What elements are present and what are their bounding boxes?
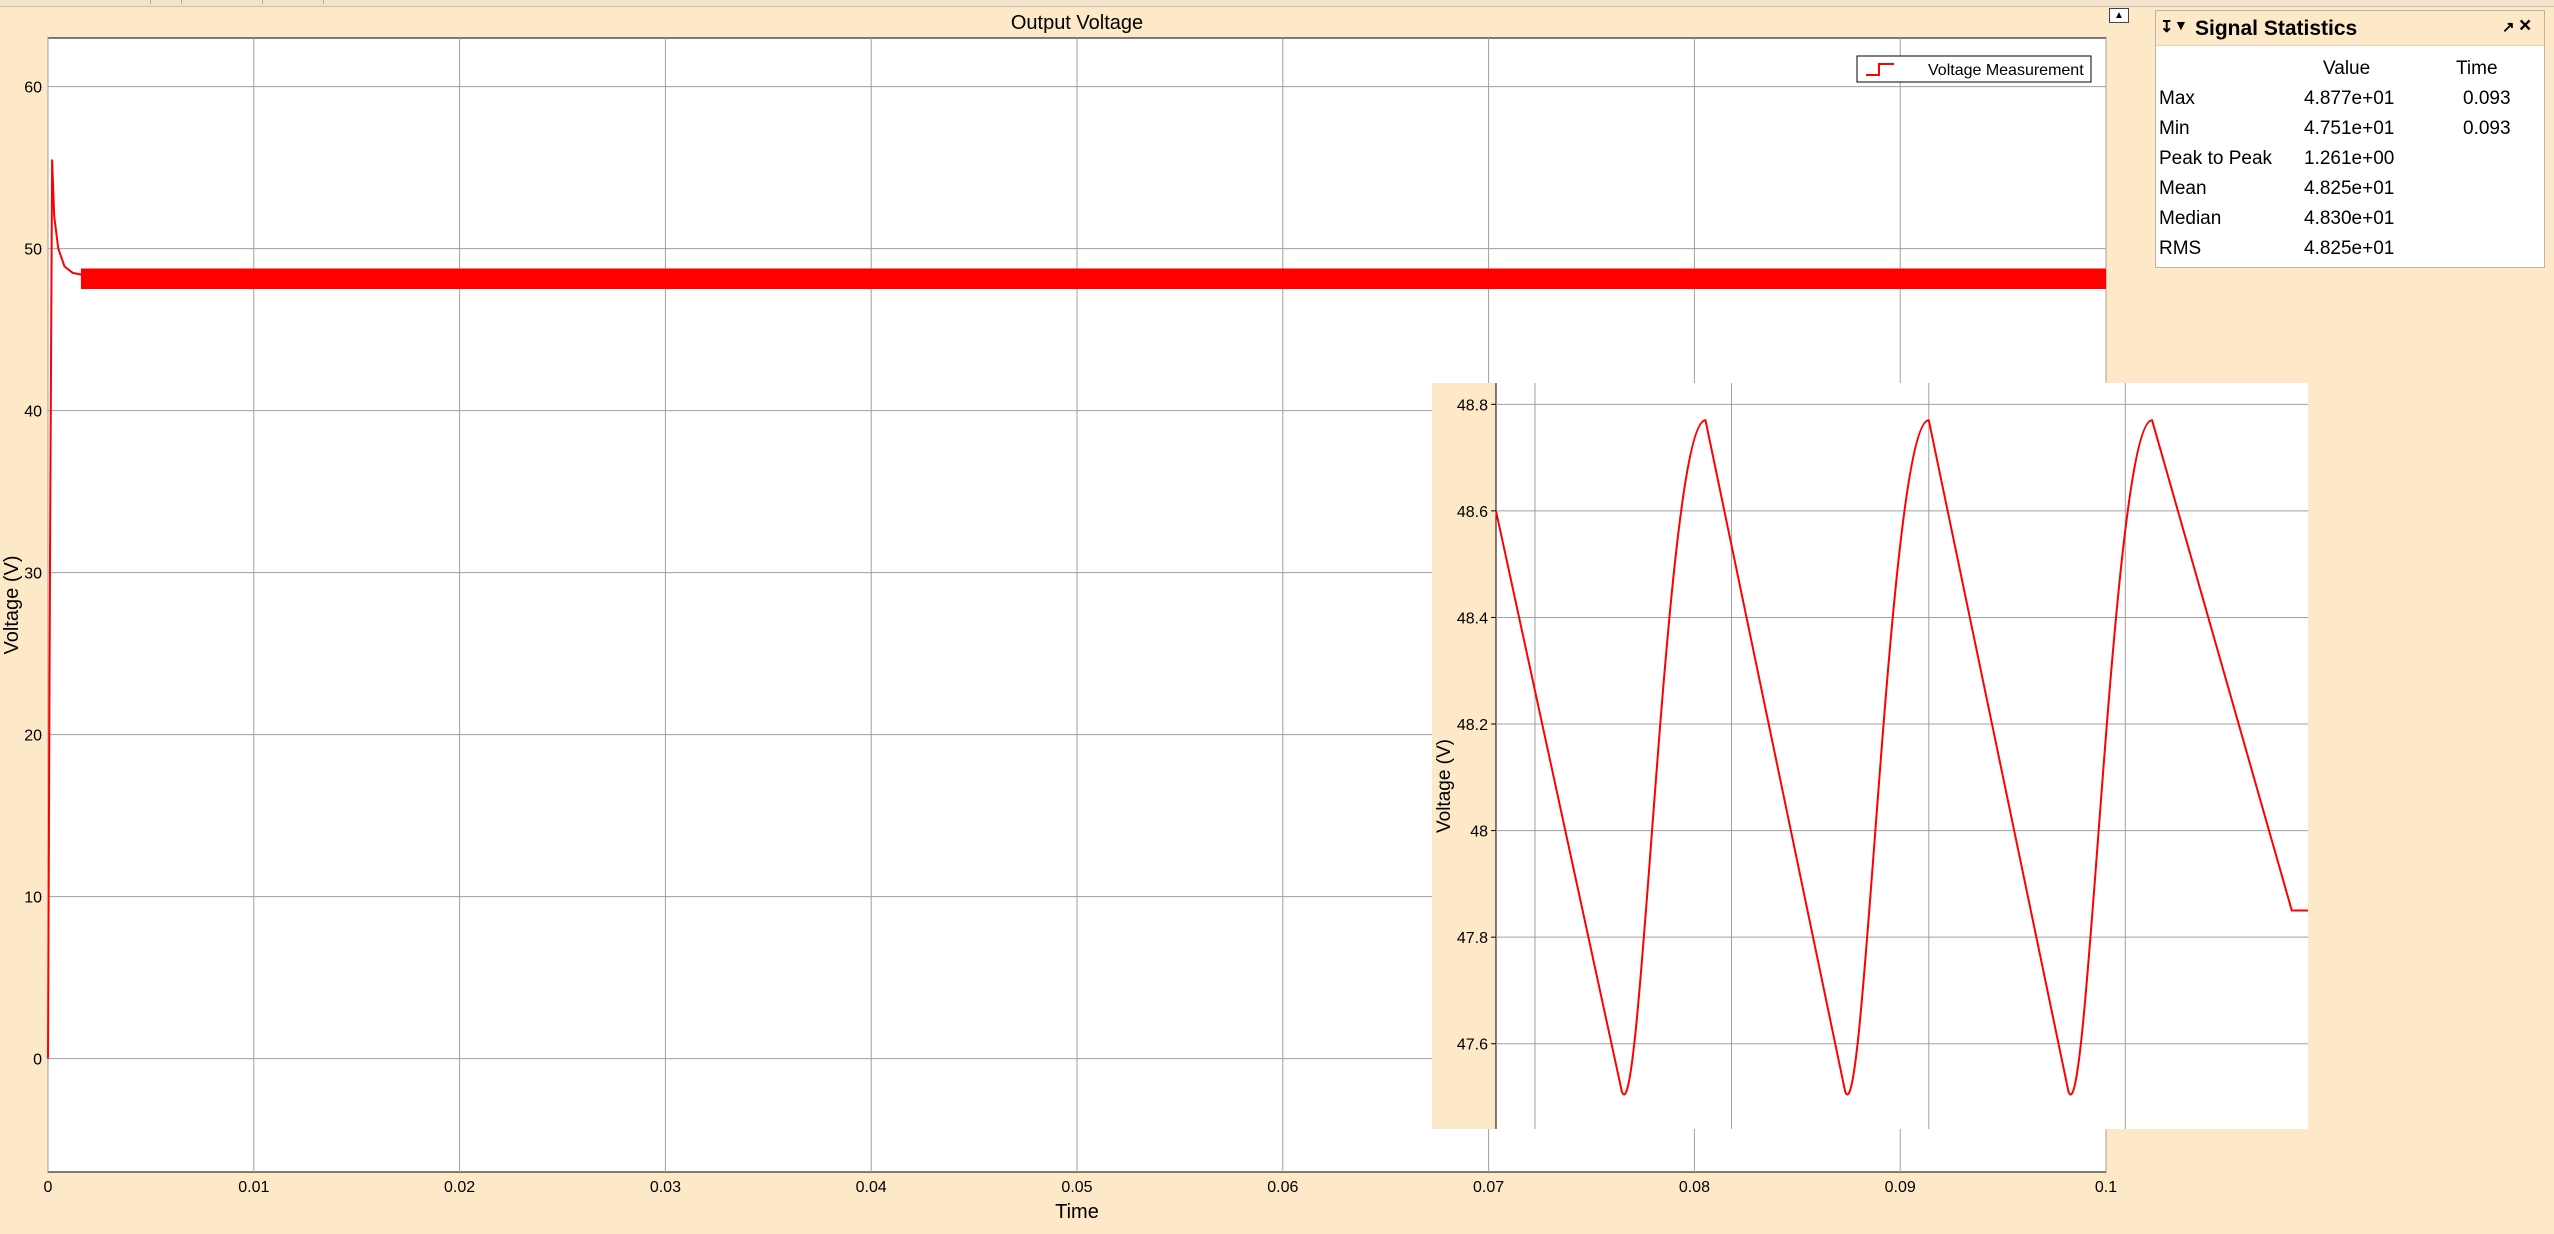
y-tick-label: 0 <box>33 1052 42 1069</box>
x-tick-label: 0.08 <box>1679 1179 1710 1196</box>
main-ripple-band <box>80 268 2107 289</box>
inset-y-tick-label: 48.8 <box>1457 397 1488 414</box>
x-tick-label: 0.03 <box>650 1179 681 1196</box>
stats-row-label: Peak to Peak <box>2159 148 2273 169</box>
x-tick-label: 0.07 <box>1473 1179 1504 1196</box>
stats-row-value: 1.261e+00 <box>2304 148 2395 169</box>
stats-row-time: 0.093 <box>2463 118 2511 139</box>
undock-icon[interactable]: ↗ <box>2502 18 2515 36</box>
stats-row-value: 4.877e+01 <box>2304 88 2395 109</box>
stats-header-value: Value <box>2323 58 2371 79</box>
pin-icon[interactable]: ↧ <box>2160 17 2173 37</box>
stats-row-value: 4.751e+01 <box>2304 118 2395 139</box>
inset-y-tick-label: 48 <box>1470 824 1488 841</box>
y-tick-label: 40 <box>24 404 42 421</box>
x-tick-label: 0.04 <box>856 1179 887 1196</box>
x-tick-label: 0.09 <box>1885 1179 1916 1196</box>
x-tick-label: 0 <box>44 1179 53 1196</box>
stats-row-peak-to-peak: Peak to Peak 1.261e+00 <box>2156 148 2544 176</box>
dock-figure-icon[interactable]: ▲ <box>2109 8 2129 23</box>
inset-y-tick-label: 48.4 <box>1457 610 1488 627</box>
stats-row-label: Median <box>2159 208 2222 229</box>
inset-y-tick-label: 47.6 <box>1457 1037 1488 1054</box>
inset-y-tick-label: 48.6 <box>1457 504 1488 521</box>
stats-row-label: Min <box>2159 118 2190 139</box>
x-tick-label: 0.1 <box>2095 1179 2117 1196</box>
stats-row-min: Min 4.751e+01 0.093 <box>2156 118 2544 146</box>
legend[interactable]: Voltage Measurement <box>1856 55 2092 83</box>
inset-plot-area[interactable] <box>1496 383 2308 1129</box>
y-tick-label: 10 <box>24 890 42 907</box>
stats-row-value: 4.825e+01 <box>2304 178 2395 199</box>
x-tick-label: 0.05 <box>1061 1179 1092 1196</box>
inset-y-tick-label: 47.8 <box>1457 930 1488 947</box>
y-tick-label: 30 <box>24 566 42 583</box>
x-tick-label: 0.02 <box>444 1179 475 1196</box>
main-plot-title: Output Voltage <box>1010 12 1144 34</box>
y-tick-label: 50 <box>24 242 42 259</box>
legend-entry: Voltage Measurement <box>1928 62 2084 79</box>
main-x-axis-label: Time <box>1055 1201 1099 1223</box>
inset-y-tick-label: 48.2 <box>1457 717 1488 734</box>
stats-row-median: Median 4.830e+01 <box>2156 208 2544 236</box>
stats-row-value: 4.830e+01 <box>2304 208 2395 229</box>
stats-row-max: Max 4.877e+01 0.093 <box>2156 88 2544 116</box>
inset-zoom-plot: 47.6 47.8 48 48.2 48.4 48.6 48.8 Voltage (V) <box>1432 383 2308 1129</box>
collapse-icon[interactable]: ▼ <box>2174 17 2188 33</box>
main-y-axis-label: Voltage (V) <box>1 556 23 655</box>
stats-header-time: Time <box>2456 58 2498 79</box>
stats-row-mean: Mean 4.825e+01 <box>2156 178 2544 206</box>
stats-row-label: RMS <box>2159 238 2202 259</box>
y-tick-label: 60 <box>24 80 42 97</box>
stats-header: ↧ ▼ Signal Statistics ↗ × <box>2156 11 2544 46</box>
stats-title: Signal Statistics <box>2195 17 2358 40</box>
stats-row-label: Mean <box>2159 178 2207 199</box>
stats-row-rms: RMS 4.825e+01 <box>2156 238 2544 266</box>
stats-row-value: 4.825e+01 <box>2304 238 2395 259</box>
inset-y-axis-label: Voltage (V) <box>1434 739 1455 833</box>
x-tick-label: 0.01 <box>238 1179 269 1196</box>
signal-statistics-panel: ↧ ▼ Signal Statistics ↗ × Value Time Max… <box>2155 10 2545 268</box>
y-tick-label: 20 <box>24 728 42 745</box>
close-icon[interactable]: × <box>2519 14 2531 38</box>
x-tick-label: 0.06 <box>1267 1179 1298 1196</box>
stats-row-time: 0.093 <box>2463 88 2511 109</box>
stats-row-label: Max <box>2159 88 2195 109</box>
